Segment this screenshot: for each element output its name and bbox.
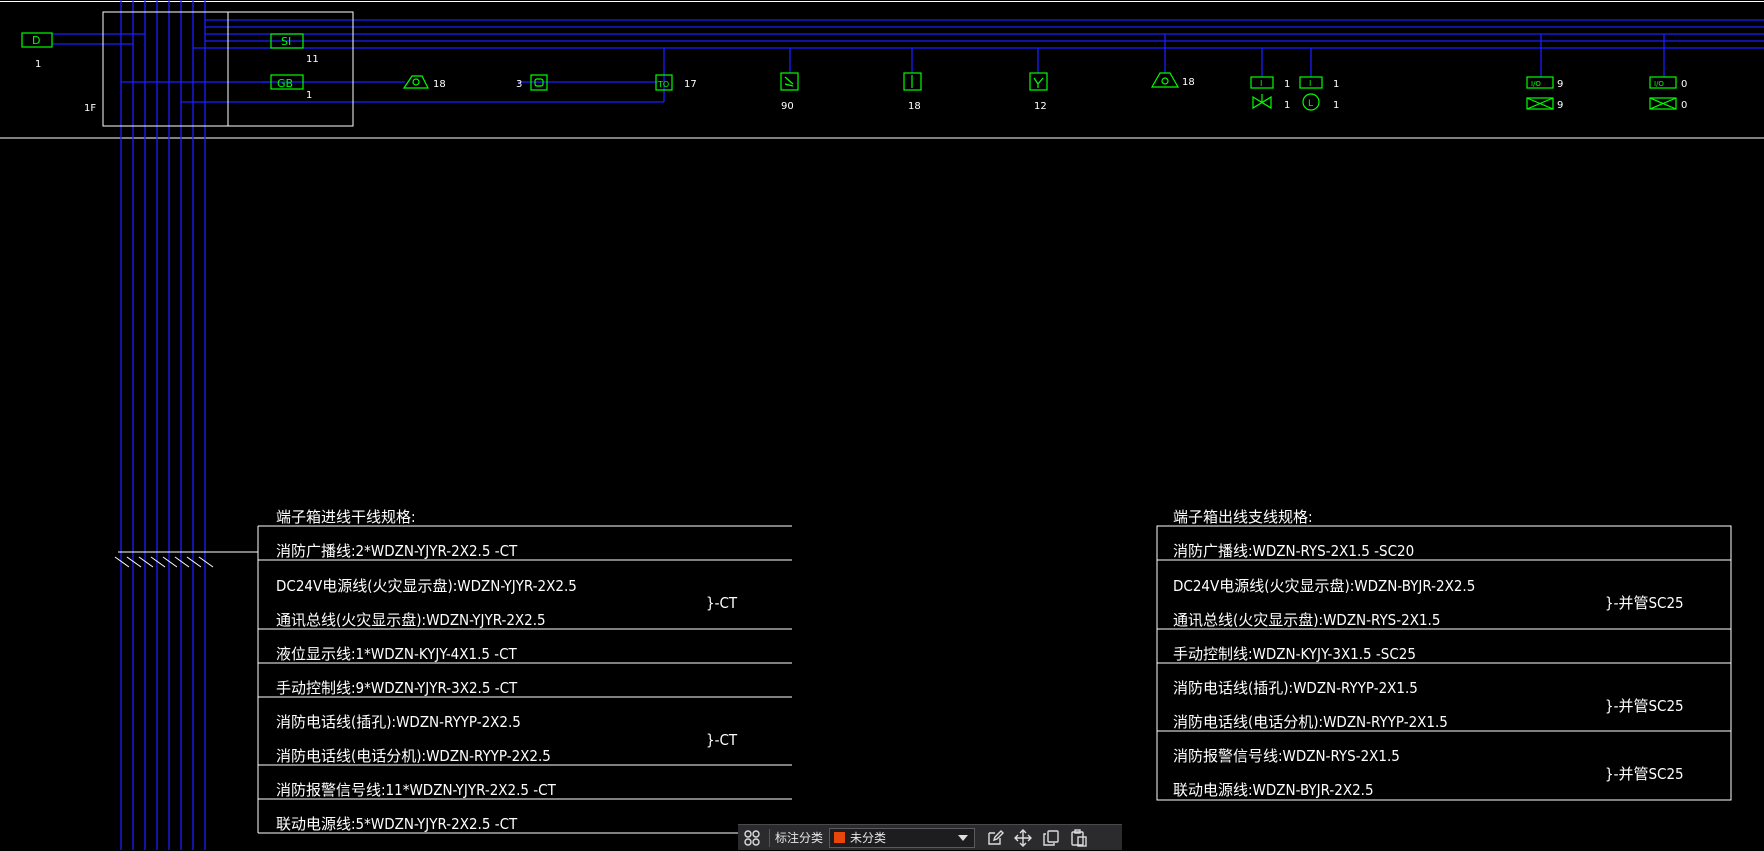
jack-label: TO bbox=[657, 80, 669, 89]
device-count: 3 bbox=[516, 79, 522, 90]
spec-row: DC24V电源线(火灾显示盘):WDZN-YJYR-2X2.5 bbox=[276, 577, 577, 595]
device-count: 0 bbox=[1681, 100, 1687, 111]
spec-in-title: 端子箱进线干线规格: bbox=[276, 508, 416, 526]
spec-out-title: 端子箱出线支线规格: bbox=[1173, 508, 1313, 526]
spec-row: 通讯总线(火灾显示盘):WDZN-RYS-2X1.5 bbox=[1173, 611, 1440, 629]
category-color-swatch bbox=[834, 832, 846, 843]
svg-text:L: L bbox=[1308, 99, 1313, 109]
floor-label: 1F bbox=[84, 103, 96, 114]
annotation-category-select[interactable]: 未分类 bbox=[829, 827, 976, 848]
module-si-count: 11 bbox=[306, 54, 319, 65]
svg-text:I: I bbox=[1309, 79, 1311, 88]
spec-row: 消防电话线(插孔):WDZN-RYYP-2X1.5 bbox=[1173, 679, 1418, 697]
brace-annotation: }-CT bbox=[706, 731, 738, 749]
move-icon[interactable] bbox=[1009, 825, 1037, 851]
spec-row: 手动控制线:WDZN-KYJY-3X1.5 -SC25 bbox=[1173, 645, 1416, 663]
annotation-toolbar: 标注分类 未分类 bbox=[738, 824, 1122, 850]
spec-row: 消防广播线:2*WDZN-YJYR-2X2.5 -CT bbox=[276, 542, 518, 560]
spec-row: DC24V电源线(火灾显示盘):WDZN-BYJR-2X2.5 bbox=[1173, 577, 1475, 595]
spec-row: 消防广播线:WDZN-RYS-2X1.5 -SC20 bbox=[1173, 542, 1414, 560]
device-count: 18 bbox=[908, 101, 921, 112]
copy-icon[interactable] bbox=[1037, 825, 1065, 851]
spec-row: 联动电源线:WDZN-BYJR-2X2.5 bbox=[1173, 781, 1374, 799]
module-d-count: 1 bbox=[35, 59, 41, 70]
brace-annotation: }-CT bbox=[706, 594, 738, 612]
spec-row: 消防电话线(电话分机):WDZN-RYYP-2X2.5 bbox=[276, 747, 551, 765]
annotation-category-label: 标注分类 bbox=[775, 831, 824, 845]
device-count: 90 bbox=[781, 101, 794, 112]
cad-drawing-canvas[interactable]: D 1 1F SI 11 GB 1 18 3 TO 17 90 18 12 18… bbox=[0, 0, 1764, 850]
spec-row: 联动电源线:5*WDZN-YJYR-2X2.5 -CT bbox=[276, 815, 518, 833]
brace-annotation: }-并管SC25 bbox=[1605, 765, 1684, 783]
paste-icon[interactable] bbox=[1065, 825, 1093, 851]
svg-text:I/O: I/O bbox=[1654, 80, 1664, 88]
module-d-label: D bbox=[32, 34, 40, 47]
device-count: 12 bbox=[1034, 101, 1047, 112]
device-count: 1 bbox=[1284, 79, 1290, 90]
device-count: 9 bbox=[1557, 79, 1563, 90]
spec-row: 消防报警信号线:11*WDZN-YJYR-2X2.5 -CT bbox=[276, 781, 557, 799]
device-count: 17 bbox=[684, 79, 697, 90]
grid-icon[interactable] bbox=[738, 825, 766, 851]
spec-row: 液位显示线:1*WDZN-KYJY-4X1.5 -CT bbox=[276, 645, 518, 663]
device-count: 18 bbox=[433, 79, 446, 90]
spec-row: 消防报警信号线:WDZN-RYS-2X1.5 bbox=[1173, 747, 1400, 765]
device-count: 1 bbox=[1333, 79, 1339, 90]
device-count: 9 bbox=[1557, 100, 1563, 111]
module-si-label: SI bbox=[281, 35, 291, 48]
spec-row: 手动控制线:9*WDZN-YJYR-3X2.5 -CT bbox=[276, 679, 518, 697]
spec-row: 消防电话线(插孔):WDZN-RYYP-2X2.5 bbox=[276, 713, 521, 731]
svg-text:I/O: I/O bbox=[1531, 80, 1541, 88]
module-gb-count: 1 bbox=[306, 90, 312, 101]
spec-row: 消防电话线(电话分机):WDZN-RYYP-2X1.5 bbox=[1173, 713, 1448, 731]
brace-annotation: }-并管SC25 bbox=[1605, 697, 1684, 715]
svg-text:I: I bbox=[1260, 79, 1262, 88]
edit-icon[interactable] bbox=[981, 825, 1009, 851]
chevron-down-icon bbox=[958, 834, 969, 841]
category-select-value: 未分类 bbox=[850, 831, 887, 845]
device-count: 18 bbox=[1182, 77, 1195, 88]
device-count: 1 bbox=[1333, 100, 1339, 111]
module-gb-label: GB bbox=[277, 77, 293, 90]
device-count: 1 bbox=[1284, 100, 1290, 111]
brace-annotation: }-并管SC25 bbox=[1605, 594, 1684, 612]
device-count: 0 bbox=[1681, 79, 1687, 90]
spec-row: 通讯总线(火灾显示盘):WDZN-YJYR-2X2.5 bbox=[276, 611, 546, 629]
